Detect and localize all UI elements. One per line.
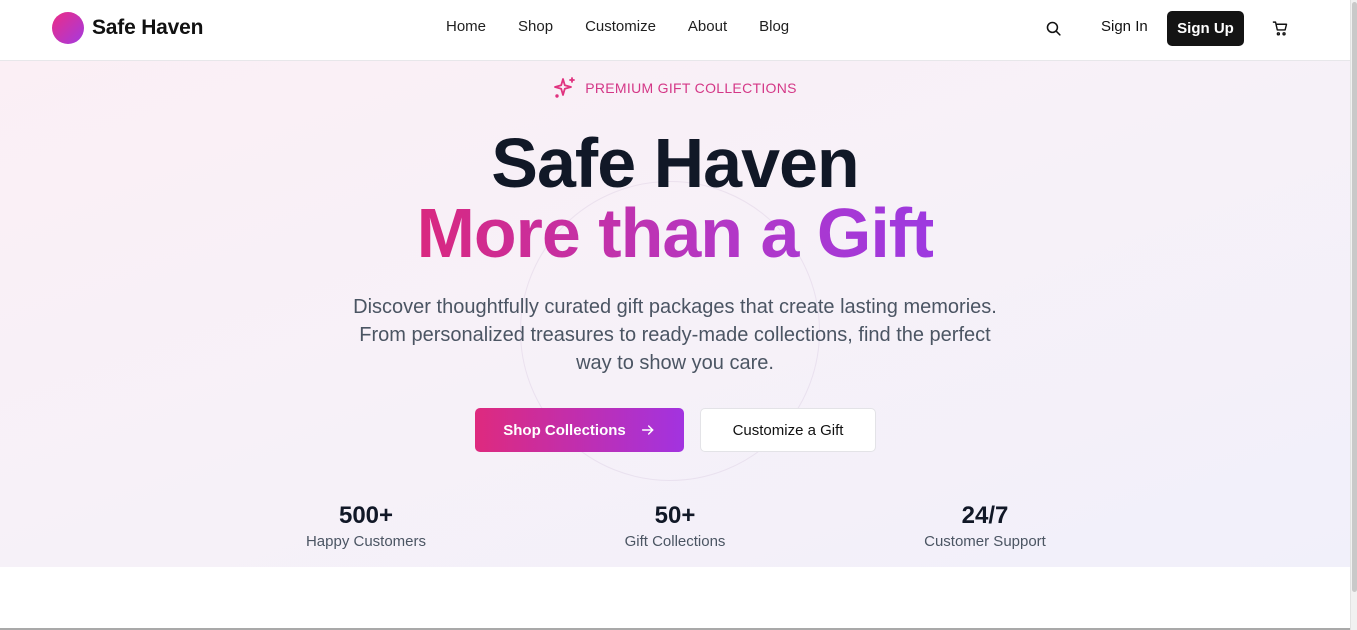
shop-collections-label: Shop Collections	[503, 421, 626, 439]
arrow-right-icon	[641, 425, 654, 435]
hero-eyebrow-text: PREMIUM GIFT COLLECTIONS	[585, 80, 797, 96]
scrollbar-thumb[interactable]	[1352, 2, 1357, 592]
brand-logo-link[interactable]: Safe Haven	[52, 12, 203, 44]
stat-value: 50+	[654, 502, 696, 529]
customize-gift-button[interactable]: Customize a Gift	[700, 408, 876, 452]
brand-logo-icon	[52, 12, 84, 44]
page-scrollbar[interactable]	[1350, 0, 1357, 630]
cart-button[interactable]	[1270, 18, 1290, 38]
hero-subtitle: Discover thoughtfully curated gift packa…	[353, 296, 997, 374]
nav-home[interactable]: Home	[446, 18, 486, 35]
hero-tagline-text: More than a Gift	[416, 194, 935, 272]
shop-collections-button[interactable]: Shop Collections	[475, 408, 684, 452]
nav-blog[interactable]: Blog	[759, 18, 789, 35]
hero-tagline: More than a Gift	[0, 193, 1350, 273]
sign-in-link[interactable]: Sign In	[1101, 18, 1148, 35]
main-nav: Home Shop Customize About Blog	[446, 18, 789, 35]
stat-customer-support: 24/7 Customer Support	[875, 501, 1095, 550]
search-icon	[1046, 21, 1061, 36]
stat-label: Gift Collections	[624, 533, 726, 550]
sign-up-button[interactable]: Sign Up	[1167, 11, 1244, 46]
sparkles-icon	[554, 77, 576, 98]
stat-happy-customers: 500+ Happy Customers	[256, 501, 476, 550]
stat-value: 500+	[338, 502, 394, 529]
stat-label: Happy Customers	[305, 533, 427, 550]
brand-name: Safe Haven	[92, 16, 204, 39]
page: Safe Haven Home Shop Customize About Blo…	[0, 0, 1350, 630]
nav-shop[interactable]: Shop	[518, 18, 553, 35]
site-header: Safe Haven Home Shop Customize About Blo…	[0, 0, 1350, 61]
hero-title: Safe Haven	[491, 124, 859, 202]
nav-customize[interactable]: Customize	[585, 18, 656, 35]
search-button[interactable]	[1042, 17, 1064, 39]
hero-eyebrow: PREMIUM GIFT COLLECTIONS	[0, 76, 1350, 100]
hero-section: PREMIUM GIFT COLLECTIONS Safe Haven More…	[0, 61, 1350, 567]
stat-value: 24/7	[961, 502, 1009, 529]
cart-icon	[1272, 20, 1287, 36]
nav-about[interactable]: About	[688, 18, 727, 35]
stat-gift-collections: 50+ Gift Collections	[565, 501, 785, 550]
stat-label: Customer Support	[924, 533, 1046, 550]
